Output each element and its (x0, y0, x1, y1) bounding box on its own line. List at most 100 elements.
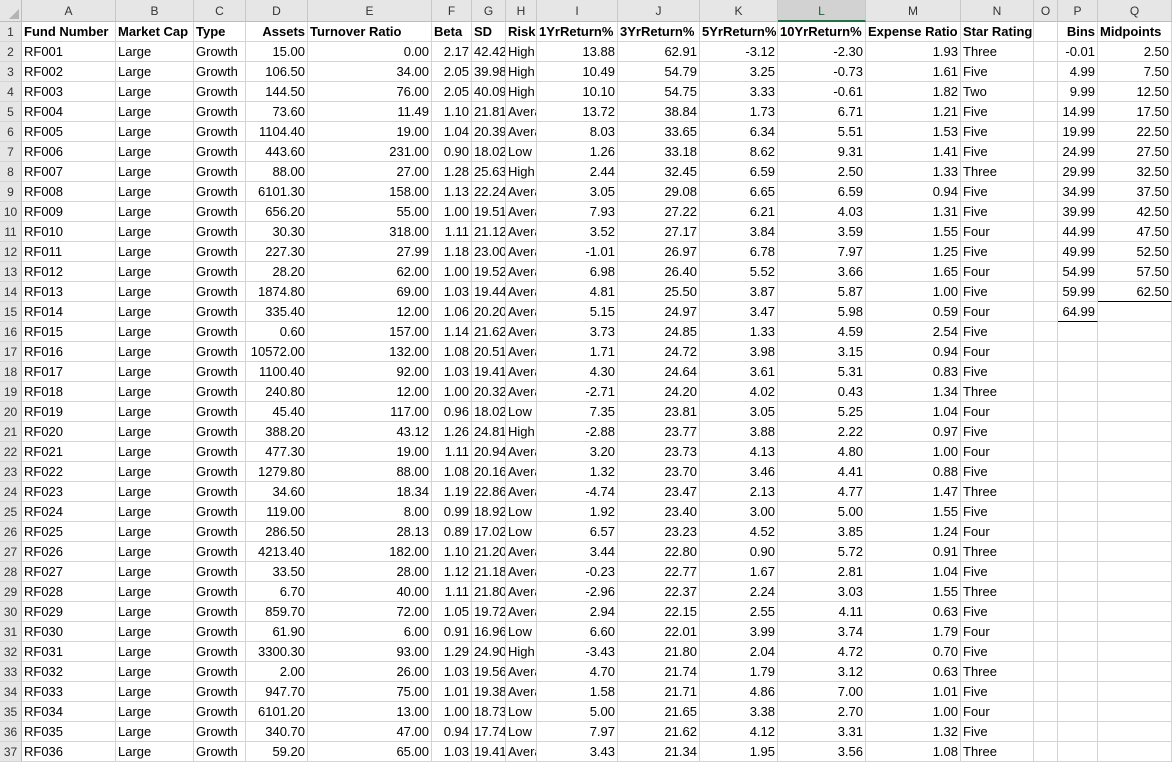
row-header-22[interactable]: 22 (0, 442, 22, 462)
cell-i-35[interactable]: 5.00 (537, 702, 618, 722)
cell-j-11[interactable]: 27.17 (618, 222, 700, 242)
cell-f-23[interactable]: 1.08 (432, 462, 472, 482)
cell-p-24[interactable] (1058, 482, 1098, 502)
cell-f-13[interactable]: 1.00 (432, 262, 472, 282)
cell-l-13[interactable]: 3.66 (778, 262, 866, 282)
cell-i-10[interactable]: 7.93 (537, 202, 618, 222)
cell-n-2[interactable]: Three (961, 42, 1034, 62)
cell-p-35[interactable] (1058, 702, 1098, 722)
cell-g-7[interactable]: 18.02 (472, 142, 506, 162)
cell-g-5[interactable]: 21.81 (472, 102, 506, 122)
cell-n-30[interactable]: Five (961, 602, 1034, 622)
cell-q-31[interactable] (1098, 622, 1172, 642)
cell-i-22[interactable]: 3.20 (537, 442, 618, 462)
cell-e-35[interactable]: 13.00 (308, 702, 432, 722)
cell-m-29[interactable]: 1.55 (866, 582, 961, 602)
row-header-10[interactable]: 10 (0, 202, 22, 222)
cell-a-21[interactable]: RF020 (22, 422, 116, 442)
cell-n-25[interactable]: Five (961, 502, 1034, 522)
cell-a-20[interactable]: RF019 (22, 402, 116, 422)
cell-h-2[interactable]: High (506, 42, 537, 62)
row-header-28[interactable]: 28 (0, 562, 22, 582)
cell-j-24[interactable]: 23.47 (618, 482, 700, 502)
cell-k-18[interactable]: 3.61 (700, 362, 778, 382)
cell-i-33[interactable]: 4.70 (537, 662, 618, 682)
cell-b-2[interactable]: Large (116, 42, 194, 62)
cell-q-36[interactable] (1098, 722, 1172, 742)
row-header-17[interactable]: 17 (0, 342, 22, 362)
cell-m-16[interactable]: 2.54 (866, 322, 961, 342)
cell-f-3[interactable]: 2.05 (432, 62, 472, 82)
cell-h-8[interactable]: High (506, 162, 537, 182)
cell-m-14[interactable]: 1.00 (866, 282, 961, 302)
cell-i-21[interactable]: -2.88 (537, 422, 618, 442)
cell-o-22[interactable] (1034, 442, 1058, 462)
cell-h-21[interactable]: High (506, 422, 537, 442)
cell-f-9[interactable]: 1.13 (432, 182, 472, 202)
cell-g-37[interactable]: 19.41 (472, 742, 506, 762)
column-title-p[interactable]: Bins (1058, 22, 1098, 42)
cell-c-37[interactable]: Growth (194, 742, 246, 762)
cell-n-21[interactable]: Five (961, 422, 1034, 442)
cell-d-32[interactable]: 3300.30 (246, 642, 308, 662)
row-header-15[interactable]: 15 (0, 302, 22, 322)
column-title-q[interactable]: Midpoints (1098, 22, 1172, 42)
column-title-a[interactable]: Fund Number (22, 22, 116, 42)
column-header-h[interactable]: H (506, 0, 537, 22)
cell-l-19[interactable]: 0.43 (778, 382, 866, 402)
column-title-c[interactable]: Type (194, 22, 246, 42)
cell-g-20[interactable]: 18.02 (472, 402, 506, 422)
cell-p-28[interactable] (1058, 562, 1098, 582)
cell-d-11[interactable]: 30.30 (246, 222, 308, 242)
column-header-l[interactable]: L (778, 0, 866, 22)
cell-p-3[interactable]: 4.99 (1058, 62, 1098, 82)
cell-o-36[interactable] (1034, 722, 1058, 742)
cell-h-35[interactable]: Low (506, 702, 537, 722)
cell-n-5[interactable]: Five (961, 102, 1034, 122)
cell-p-21[interactable] (1058, 422, 1098, 442)
cell-g-27[interactable]: 21.20 (472, 542, 506, 562)
cell-d-25[interactable]: 119.00 (246, 502, 308, 522)
cell-a-25[interactable]: RF024 (22, 502, 116, 522)
cell-o-15[interactable] (1034, 302, 1058, 322)
cell-b-9[interactable]: Large (116, 182, 194, 202)
cell-k-26[interactable]: 4.52 (700, 522, 778, 542)
cell-i-37[interactable]: 3.43 (537, 742, 618, 762)
cell-o-19[interactable] (1034, 382, 1058, 402)
cell-c-28[interactable]: Growth (194, 562, 246, 582)
column-header-c[interactable]: C (194, 0, 246, 22)
cell-e-28[interactable]: 28.00 (308, 562, 432, 582)
cell-k-15[interactable]: 3.47 (700, 302, 778, 322)
column-title-n[interactable]: Star Rating (961, 22, 1034, 42)
cell-f-21[interactable]: 1.26 (432, 422, 472, 442)
select-all-corner[interactable] (0, 0, 22, 22)
cell-a-24[interactable]: RF023 (22, 482, 116, 502)
cell-c-30[interactable]: Growth (194, 602, 246, 622)
cell-d-15[interactable]: 335.40 (246, 302, 308, 322)
column-title-h[interactable]: Risk (506, 22, 537, 42)
cell-o-20[interactable] (1034, 402, 1058, 422)
cell-d-19[interactable]: 240.80 (246, 382, 308, 402)
cell-a-13[interactable]: RF012 (22, 262, 116, 282)
column-header-d[interactable]: D (246, 0, 308, 22)
cell-d-31[interactable]: 61.90 (246, 622, 308, 642)
cell-d-33[interactable]: 2.00 (246, 662, 308, 682)
cell-k-29[interactable]: 2.24 (700, 582, 778, 602)
cell-m-32[interactable]: 0.70 (866, 642, 961, 662)
cell-e-5[interactable]: 11.49 (308, 102, 432, 122)
cell-l-7[interactable]: 9.31 (778, 142, 866, 162)
cell-h-7[interactable]: Low (506, 142, 537, 162)
cell-o-13[interactable] (1034, 262, 1058, 282)
cell-e-37[interactable]: 65.00 (308, 742, 432, 762)
cell-q-14[interactable]: 62.50 (1098, 282, 1172, 302)
cell-h-25[interactable]: Low (506, 502, 537, 522)
column-title-m[interactable]: Expense Ratio (866, 22, 961, 42)
cell-c-9[interactable]: Growth (194, 182, 246, 202)
cell-q-11[interactable]: 47.50 (1098, 222, 1172, 242)
cell-i-6[interactable]: 8.03 (537, 122, 618, 142)
cell-i-20[interactable]: 7.35 (537, 402, 618, 422)
column-title-d[interactable]: Assets (246, 22, 308, 42)
cell-i-19[interactable]: -2.71 (537, 382, 618, 402)
cell-g-29[interactable]: 21.80 (472, 582, 506, 602)
cell-p-22[interactable] (1058, 442, 1098, 462)
